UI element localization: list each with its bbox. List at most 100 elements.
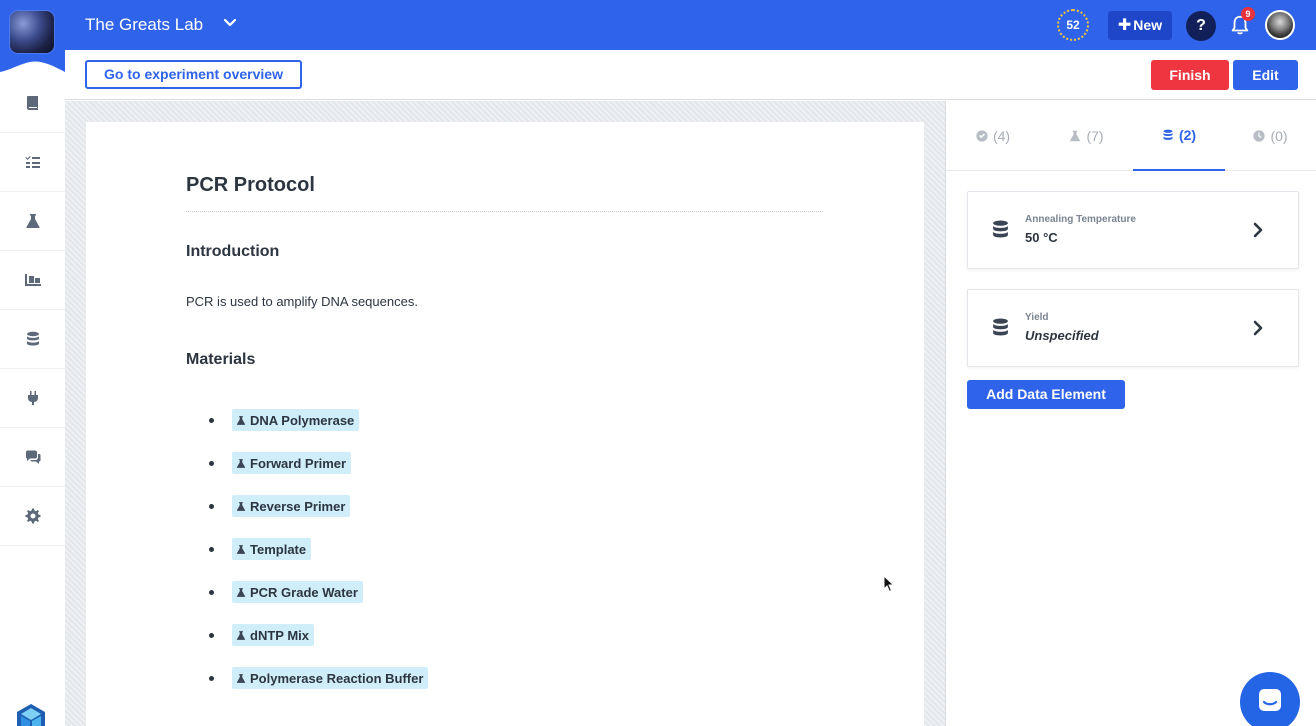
top-bar: The Greats Lab 52 ✚ New ? 9 xyxy=(0,0,1316,50)
tab-label: (0) xyxy=(1270,128,1288,144)
flask-icon xyxy=(236,415,246,425)
chevron-right-icon[interactable] xyxy=(1252,318,1264,338)
material-chip[interactable]: dNTP Mix xyxy=(232,624,314,646)
checklist-icon xyxy=(24,156,40,168)
left-sidebar xyxy=(0,72,65,726)
flask-icon xyxy=(236,501,246,511)
chat-icon xyxy=(25,450,40,464)
check-circle-icon xyxy=(976,130,988,142)
list-item: PCR Grade Water xyxy=(209,581,363,603)
sidebar-item-data[interactable] xyxy=(0,310,65,369)
go-to-overview-button[interactable]: Go to experiment overview xyxy=(85,60,302,89)
material-label: dNTP Mix xyxy=(250,627,309,643)
data-element-card[interactable]: Yield Unspecified xyxy=(967,289,1299,367)
inventory-icon xyxy=(24,274,41,286)
brand-logo-icon xyxy=(15,702,47,726)
list-item: Template xyxy=(209,538,312,560)
tab-data[interactable]: (2) xyxy=(1133,101,1225,171)
introduction-text: PCR is used to amplify DNA sequences. xyxy=(186,294,418,309)
list-item: Reverse Primer xyxy=(209,495,351,517)
bullet xyxy=(209,589,214,595)
mouse-cursor-icon xyxy=(883,574,895,593)
data-element-value: 50 °C xyxy=(1025,230,1058,245)
flask-icon xyxy=(236,587,246,597)
lab-logo[interactable] xyxy=(10,11,54,53)
sidebar-item-notebook[interactable] xyxy=(0,74,65,133)
material-chip[interactable]: DNA Polymerase xyxy=(232,409,360,431)
tab-label: (2) xyxy=(1178,127,1197,143)
flask-icon xyxy=(236,673,246,683)
database-icon xyxy=(992,318,1009,338)
material-label: PCR Grade Water xyxy=(250,584,358,600)
chat-icon xyxy=(1259,689,1281,711)
material-chip[interactable]: Forward Primer xyxy=(232,452,352,474)
list-item: dNTP Mix xyxy=(209,624,314,646)
flask-icon xyxy=(1070,130,1081,142)
flask-icon xyxy=(236,630,246,640)
sidebar-item-messages[interactable] xyxy=(0,428,65,487)
help-button[interactable]: ? xyxy=(1186,11,1216,41)
sidebar-item-settings[interactable] xyxy=(0,487,65,546)
material-label: Polymerase Reaction Buffer xyxy=(250,670,424,686)
lab-name[interactable]: The Greats Lab xyxy=(85,15,203,35)
data-element-value: Unspecified xyxy=(1025,328,1099,343)
app-logo-tile xyxy=(0,0,65,72)
new-button-label: New xyxy=(1133,17,1163,33)
experiment-toolbar: Go to experiment overview Finish Edit xyxy=(65,50,1316,100)
book-icon xyxy=(26,96,38,110)
list-item: Forward Primer xyxy=(209,452,352,474)
gear-icon xyxy=(25,508,40,524)
bullet xyxy=(209,546,214,552)
flask-icon xyxy=(236,544,246,554)
introduction-heading: Introduction xyxy=(186,243,280,260)
material-chip[interactable]: PCR Grade Water xyxy=(232,581,363,603)
flask-icon xyxy=(236,458,246,468)
material-chip[interactable]: Reverse Primer xyxy=(232,495,351,517)
add-data-element-button[interactable]: Add Data Element xyxy=(967,380,1125,409)
clock-icon xyxy=(1253,130,1266,142)
database-icon xyxy=(1163,129,1173,140)
tab-checklist[interactable]: (4) xyxy=(946,101,1040,171)
plug-icon xyxy=(27,391,38,405)
material-label: Reverse Primer xyxy=(250,498,346,514)
data-element-label: Annealing Temperature xyxy=(1025,214,1136,225)
material-label: DNA Polymerase xyxy=(250,412,355,428)
new-button[interactable]: ✚ New xyxy=(1108,11,1172,40)
database-icon xyxy=(26,331,39,346)
title-divider xyxy=(186,211,823,212)
sidebar-item-tasks[interactable] xyxy=(0,133,65,192)
flask-icon xyxy=(25,214,40,228)
chevron-right-icon[interactable] xyxy=(1252,220,1264,240)
database-icon xyxy=(992,220,1009,240)
plus-icon: ✚ xyxy=(1117,17,1132,34)
bullet xyxy=(209,675,214,681)
page-title: PCR Protocol xyxy=(186,174,315,196)
tab-samples[interactable]: (7) xyxy=(1040,101,1133,171)
materials-heading: Materials xyxy=(186,351,256,368)
notification-badge: 9 xyxy=(1241,7,1255,21)
tab-history[interactable]: (0) xyxy=(1225,101,1316,171)
list-item: DNA Polymerase xyxy=(209,409,360,431)
tab-label: (7) xyxy=(1086,128,1104,144)
sidebar-item-experiments[interactable] xyxy=(0,192,65,251)
bullet xyxy=(209,632,214,638)
bullet xyxy=(209,503,214,509)
data-element-card[interactable]: Annealing Temperature 50 °C xyxy=(967,191,1299,269)
list-item: Polymerase Reaction Buffer xyxy=(209,667,429,689)
bullet xyxy=(209,417,214,423)
chevron-down-icon[interactable] xyxy=(222,13,238,33)
tab-label: (4) xyxy=(992,128,1011,144)
edit-button[interactable]: Edit xyxy=(1233,60,1298,90)
material-chip[interactable]: Template xyxy=(232,538,312,560)
counter-badge[interactable]: 52 xyxy=(1057,9,1089,41)
material-label: Forward Primer xyxy=(250,455,347,471)
avatar[interactable] xyxy=(1265,10,1295,40)
material-label: Template xyxy=(250,541,307,557)
finish-button[interactable]: Finish xyxy=(1151,60,1229,90)
data-element-label: Yield xyxy=(1025,312,1049,323)
sidebar-item-inventory[interactable] xyxy=(0,251,65,310)
bullet xyxy=(209,460,214,466)
chat-launcher-button[interactable] xyxy=(1240,672,1300,726)
material-chip[interactable]: Polymerase Reaction Buffer xyxy=(232,667,429,689)
sidebar-item-integrations[interactable] xyxy=(0,369,65,428)
